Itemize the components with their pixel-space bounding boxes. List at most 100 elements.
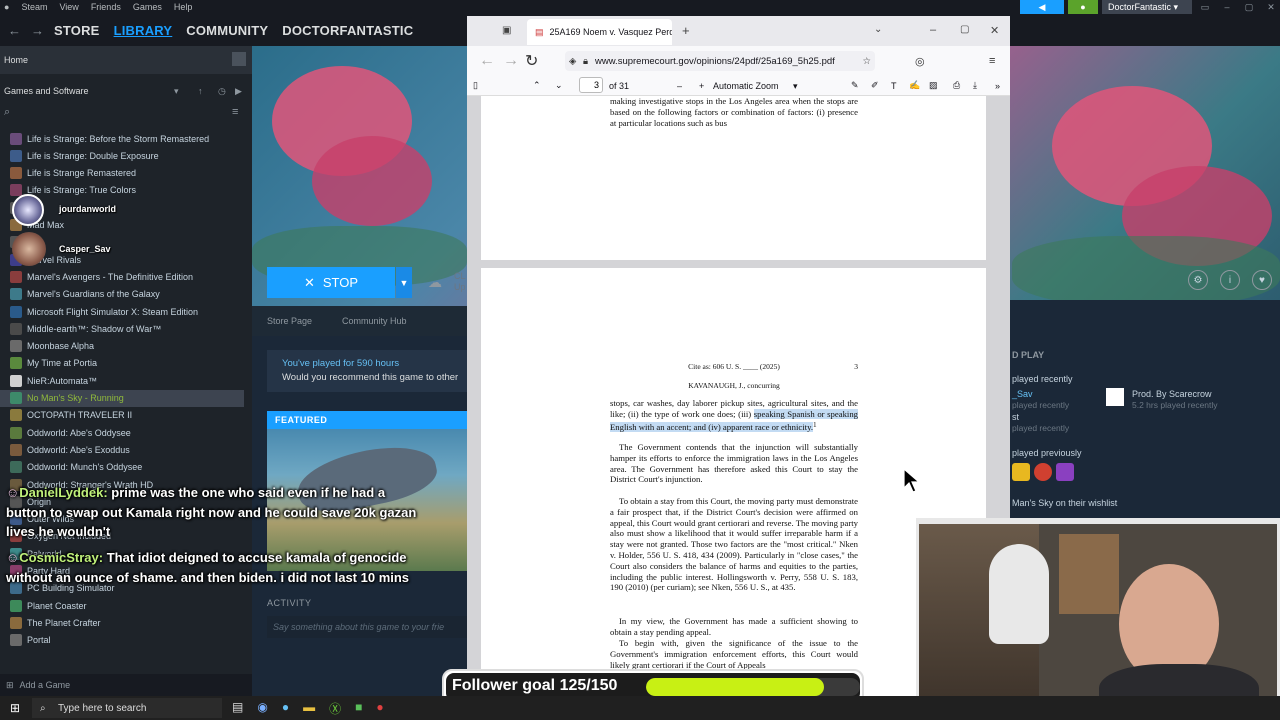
sidebar-game-item[interactable]: Portal <box>0 632 244 649</box>
sidebar-game-item[interactable]: Life is Strange Remastered <box>0 165 244 182</box>
reload-icon[interactable]: ↻ <box>525 51 538 71</box>
task-view-icon[interactable]: ▤ <box>232 700 243 717</box>
play-filter-icon[interactable]: ▶ <box>235 86 242 97</box>
friend-name[interactable]: st <box>1012 412 1019 422</box>
follower-progress-fill <box>646 678 825 696</box>
app-icon[interactable]: ● <box>376 700 383 717</box>
browser-tab[interactable]: ▤ 25A169 Noem v. Vasquez Perdo ✕ <box>527 19 672 45</box>
announce-icon[interactable]: ◀ <box>1020 0 1064 14</box>
sidebar-game-item[interactable]: Planet Coaster <box>0 597 244 614</box>
grid-view-icon[interactable] <box>232 52 246 66</box>
sidebar-game-item[interactable]: Marvel's Guardians of the Galaxy <box>0 286 244 303</box>
sidebar-game-item[interactable]: Moonbase Alpha <box>0 338 244 355</box>
sidebar-game-item[interactable]: Life is Strange: Double Exposure <box>0 147 244 164</box>
friend-name[interactable]: _Sav <box>1012 389 1033 399</box>
menu-help[interactable]: Help <box>174 2 193 12</box>
text-icon[interactable]: T <box>891 81 897 91</box>
collection-filter[interactable]: Games and Software ▾ ↑ ◷ ▶ <box>0 82 252 100</box>
bookmark-star-icon[interactable]: ☆ <box>862 56 871 67</box>
back-arrow-icon[interactable]: ← <box>479 52 495 70</box>
back-arrow-icon[interactable]: ← <box>8 23 21 38</box>
notification-bell-icon[interactable]: ● <box>1068 0 1098 14</box>
menu-games[interactable]: Games <box>133 2 162 12</box>
friend-status: played recently <box>1012 400 1070 410</box>
steam-app-icon[interactable]: ● <box>282 700 289 717</box>
sort-arrow-icon[interactable]: ↑ <box>198 86 203 96</box>
gear-icon[interactable]: ⚙ <box>1188 270 1208 290</box>
filter-icon[interactable]: ≡ <box>232 106 238 118</box>
friend-name[interactable]: Prod. By Scarecrow <box>1132 389 1212 399</box>
menu-steam[interactable]: Steam <box>21 2 47 12</box>
windows-start-icon[interactable]: ⊞ <box>10 701 20 715</box>
maximize-icon[interactable]: ▢ <box>1240 0 1258 14</box>
image-icon[interactable]: ▨ <box>929 80 938 91</box>
save-icon[interactable]: ⤓ <box>973 80 977 91</box>
extensions-icon[interactable]: ◎ <box>915 55 925 68</box>
sidebar-game-item[interactable]: The Planet Crafter <box>0 614 244 631</box>
more-tools-icon[interactable]: » <box>995 81 1000 91</box>
app-icon[interactable]: ■ <box>355 700 362 717</box>
sidebar-home[interactable]: Home <box>0 46 252 74</box>
sidebar-game-item[interactable]: Oddworld: Abe's Exoddus <box>0 441 244 458</box>
print-icon[interactable]: ⎙ <box>953 80 960 91</box>
prev-page-icon[interactable]: ⌃ <box>533 80 541 91</box>
tab-list-icon[interactable]: ⌄ <box>874 24 882 35</box>
account-menu[interactable]: DoctorFantastic ▾ <box>1102 0 1192 14</box>
page-number-input[interactable]: 3 <box>579 77 603 93</box>
game-title: Life is Strange: True Colors <box>27 185 137 196</box>
file-explorer-icon[interactable]: ▬ <box>303 700 315 717</box>
game-title: Marvel's Avengers - The Definitive Editi… <box>27 271 193 282</box>
signature-icon[interactable]: ✍ <box>909 80 920 91</box>
maximize-icon[interactable]: ▢ <box>960 24 969 35</box>
close-icon[interactable]: ✕ <box>990 24 999 37</box>
tab-overview-icon[interactable]: ▣ <box>502 25 511 36</box>
info-icon[interactable]: i <box>1220 270 1240 290</box>
url-bar[interactable]: ◈ 🔒︎ www.supremecourt.gov/opinions/24pdf… <box>565 51 875 71</box>
sidebar-game-item[interactable]: Oddworld: Munch's Oddysee <box>0 459 244 476</box>
zoom-select[interactable]: Automatic Zoom ▾ <box>713 81 801 91</box>
sidebar-game-item[interactable]: No Man's Sky - Running <box>0 389 244 407</box>
minimize-icon[interactable]: – <box>1218 0 1236 14</box>
menu-view[interactable]: View <box>59 2 78 12</box>
close-icon[interactable]: ✕ <box>1262 0 1280 14</box>
played-hours: You've played for 590 hours <box>282 358 400 369</box>
zoom-out-icon[interactable]: – <box>677 81 682 91</box>
xbox-icon[interactable]: Ⓧ <box>329 700 341 717</box>
big-picture-icon[interactable]: ▭ <box>1196 0 1214 14</box>
tab-community-hub[interactable]: Community Hub <box>327 316 422 326</box>
sidebar-game-item[interactable]: Middle-earth™: Shadow of War™ <box>0 320 244 337</box>
highlight-icon[interactable]: ✎ <box>851 80 859 91</box>
nav-community[interactable]: COMMUNITY <box>186 23 268 38</box>
sidebar-toggle-icon[interactable]: ▯ <box>473 80 478 91</box>
library-search[interactable]: ⌕ ≡ <box>0 106 252 124</box>
stop-button[interactable]: ✕ STOP <box>267 267 395 298</box>
sidebar-game-item[interactable]: NieR:Automata™ <box>0 372 244 389</box>
draw-icon[interactable]: ✐ <box>871 80 879 91</box>
sidebar-game-item[interactable]: Oddworld: Abe's Oddysee <box>0 424 244 441</box>
add-game-button[interactable]: ⊞ Add a Game <box>0 674 252 696</box>
forward-arrow-icon[interactable]: → <box>31 23 44 38</box>
sidebar-game-item[interactable]: OCTOPATH TRAVELER II <box>0 407 244 424</box>
copilot-icon[interactable]: ◉ <box>257 700 267 717</box>
sidebar-game-item[interactable]: My Time at Portia <box>0 355 244 372</box>
tab-store-page[interactable]: Store Page <box>252 316 327 326</box>
zoom-in-icon[interactable]: + <box>699 81 704 91</box>
nav-store[interactable]: STORE <box>54 23 100 38</box>
minimize-icon[interactable]: – <box>930 24 936 36</box>
stop-dropdown-button[interactable]: ▼ <box>396 267 412 298</box>
nav-profile[interactable]: DOCTORFANTASTIC <box>282 23 413 38</box>
forward-arrow-icon[interactable]: → <box>503 52 519 70</box>
sidebar-game-item[interactable]: Marvel's Avengers - The Definitive Editi… <box>0 268 244 285</box>
recent-clock-icon[interactable]: ◷ <box>218 86 226 97</box>
next-page-icon[interactable]: ⌄ <box>555 80 563 91</box>
menu-icon[interactable]: ≡ <box>989 55 995 67</box>
nav-library[interactable]: LIBRARY <box>114 23 173 38</box>
new-tab-icon[interactable]: + <box>682 23 690 38</box>
activity-input[interactable]: Say something about this game to your fr… <box>267 616 467 638</box>
sidebar-game-item[interactable]: Life is Strange: Before the Storm Remast… <box>0 130 244 147</box>
heart-icon[interactable]: ♥ <box>1252 270 1272 290</box>
sidebar-game-item[interactable]: Microsoft Flight Simulator X: Steam Edit… <box>0 303 244 320</box>
menu-friends[interactable]: Friends <box>91 2 121 12</box>
taskbar-search[interactable]: ⌕ Type here to search <box>32 698 222 718</box>
friend-avatar <box>1106 388 1124 406</box>
